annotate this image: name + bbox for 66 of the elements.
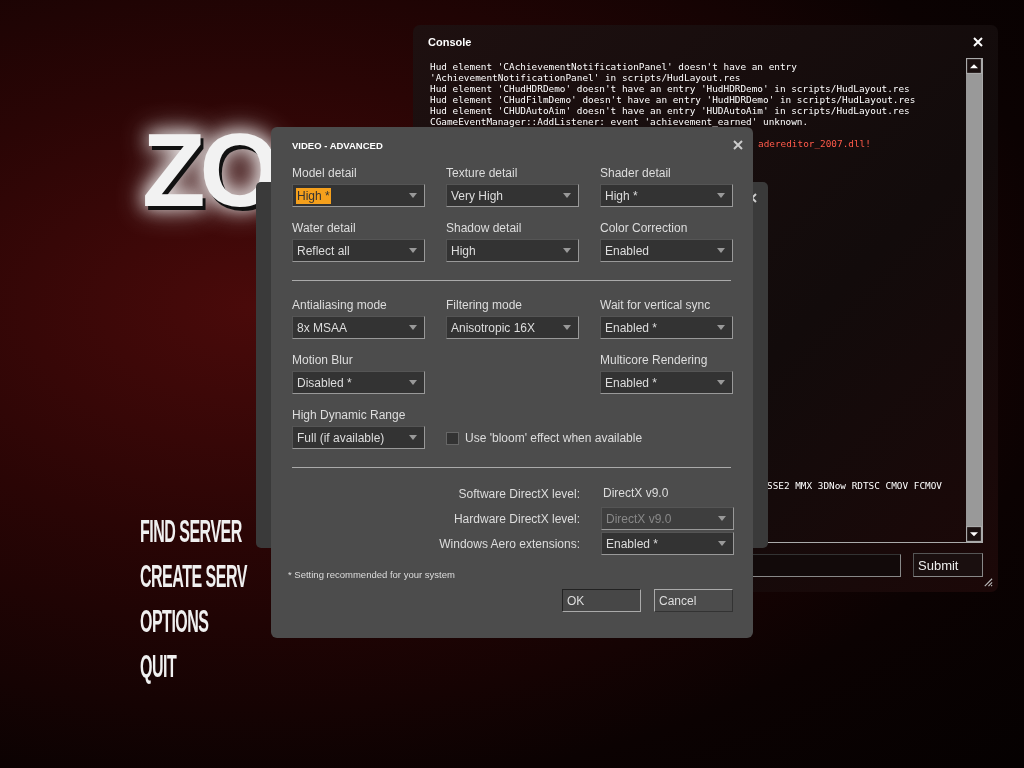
setting-label: Antialiasing mode [292, 298, 388, 312]
dialog-title: VIDEO - ADVANCED [292, 139, 383, 151]
dropdown[interactable]: High * [292, 184, 425, 207]
submit-button[interactable]: Submit [913, 553, 983, 577]
window-title: Console [428, 35, 472, 48]
caret-icon [563, 248, 571, 253]
setting-label: Software DirectX level: [457, 486, 580, 501]
caret-icon [717, 193, 725, 198]
footnote: * Setting recommended for your system [288, 569, 456, 580]
menu-item[interactable]: FIND SERVER [140, 512, 242, 551]
setting-label: Shader detail [600, 166, 672, 180]
dropdown[interactable]: Enabled * [600, 316, 733, 339]
setting-label: Multicore Rendering [600, 353, 709, 367]
console-line: Hud element 'CHudHDRDemo' doesn't have an entry 'HudHDRDemo' in scripts/HudLayout.res [430, 83, 910, 94]
dropdown[interactable]: 8x MSAA [292, 316, 425, 339]
caret-icon [717, 380, 725, 385]
menu-item[interactable]: OPTIONS [140, 602, 209, 641]
caret-icon [409, 193, 417, 198]
dropdown[interactable]: Disabled * [292, 371, 425, 394]
dropdown[interactable]: High [446, 239, 579, 262]
scroll-up-icon[interactable] [966, 58, 982, 74]
setting-label: Hardware DirectX level: [452, 511, 580, 526]
dialog-button[interactable]: OK [562, 589, 641, 612]
setting-label: Filtering mode [446, 298, 524, 312]
setting-label: Shadow detail [446, 221, 523, 235]
dropdown[interactable]: Full (if available) [292, 426, 425, 449]
dialog-button[interactable]: Cancel [654, 589, 733, 612]
console-line: Hud element 'CAchievementNotificationPanel' doesn't have an entry [430, 61, 797, 72]
dropdown[interactable]: Enabled * [600, 371, 733, 394]
setting-label: High Dynamic Range [292, 408, 407, 422]
resize-grip-icon[interactable] [982, 576, 993, 587]
caret-icon [563, 325, 571, 330]
dropdown[interactable]: High * [600, 184, 733, 207]
console-line: Hud element 'CHudFilmDemo' doesn't have an entry 'HudHDRDemo' in scripts/HudLayout.res [430, 94, 916, 105]
setting-label: Motion Blur [292, 353, 354, 367]
dropdown[interactable]: Reflect all [292, 239, 425, 262]
setting-label: Texture detail [446, 166, 519, 180]
caret-icon [717, 325, 725, 330]
console-line: adereditor_2007.dll! [758, 138, 871, 149]
dropdown[interactable]: Very High [446, 184, 579, 207]
console-line: 'AchievementNotificationPanel' in scripts/HudLayout.res [430, 72, 741, 83]
caret-icon [409, 248, 417, 253]
bloom-checkbox[interactable]: Use 'bloom' effect when available [446, 431, 733, 445]
console-line: SSE2 MMX 3DNow RDTSC CMOV FCMOV [767, 480, 942, 491]
dropdown[interactable]: Enabled * [601, 532, 734, 555]
console-line: CGameEventManager::AddListener: event 'achievement_earned' unknown. [430, 116, 809, 127]
scroll-down-icon[interactable] [966, 526, 982, 542]
setting-label: Water detail [292, 221, 357, 235]
setting-label: Wait for vertical sync [600, 298, 712, 312]
menu-item[interactable]: QUIT [140, 647, 177, 686]
caret-icon [409, 380, 417, 385]
dropdown[interactable]: Anisotropic 16X [446, 316, 579, 339]
setting-label: Color Correction [600, 221, 689, 235]
caret-icon [718, 541, 726, 546]
caret-icon [409, 325, 417, 330]
setting-value: DirectX v9.0 [602, 485, 670, 502]
caret-icon [563, 193, 571, 198]
setting-label: Model detail [292, 166, 358, 180]
dropdown[interactable]: Enabled [600, 239, 733, 262]
menu-item[interactable]: CREATE SERV [140, 557, 247, 596]
caret-icon [718, 516, 726, 521]
caret-icon [409, 435, 417, 440]
scrollbar[interactable] [966, 58, 982, 542]
caret-icon [717, 248, 725, 253]
console-line: Hud element 'CHUDAutoAim' doesn't have an entry 'HUDAutoAim' in scripts/HudLayout.res [430, 105, 910, 116]
setting-label: Windows Aero extensions: [438, 536, 580, 551]
